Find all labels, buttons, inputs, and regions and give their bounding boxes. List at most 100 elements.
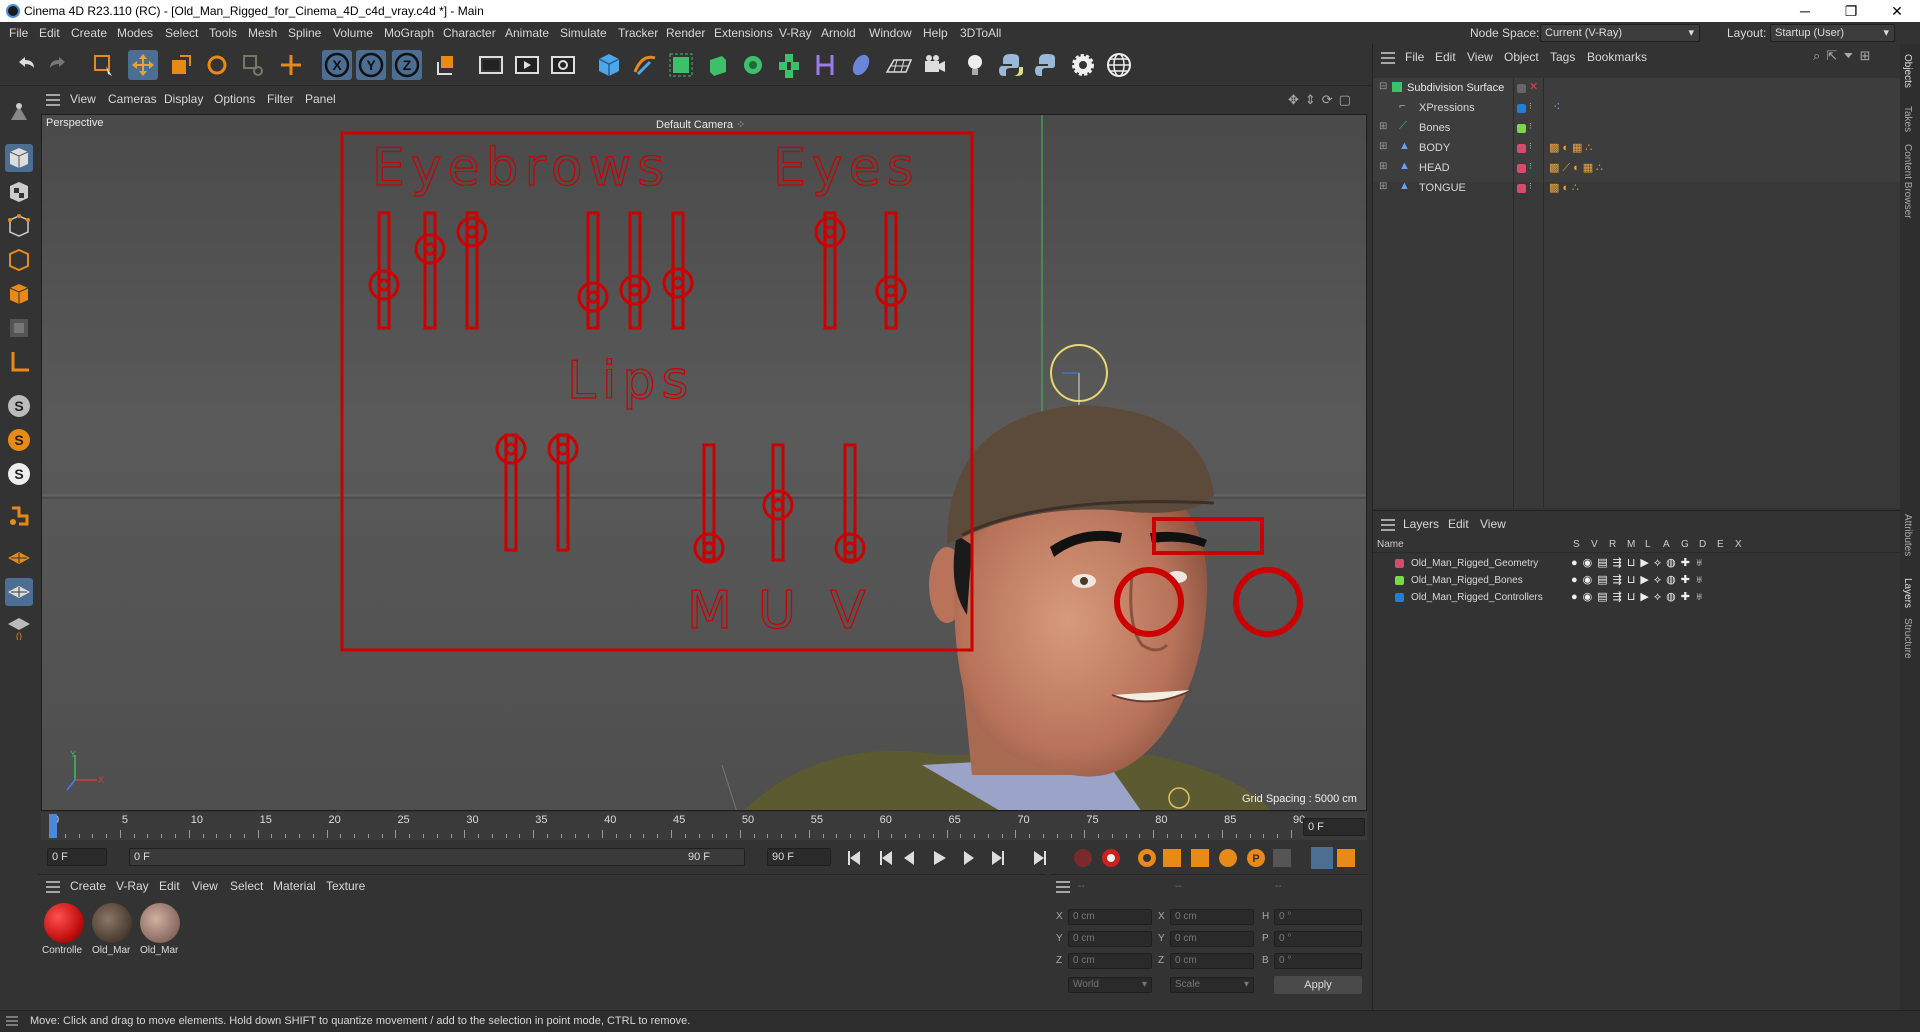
- menu-arnold[interactable]: Arnold: [821, 26, 856, 40]
- material-menu-create[interactable]: Create: [70, 879, 106, 893]
- menu-file[interactable]: File: [9, 26, 28, 40]
- scale-icon[interactable]: [166, 50, 196, 80]
- timeline-ruler[interactable]: 051015202530354045505560657075808590 0 F: [41, 812, 1367, 840]
- layer-menu-view[interactable]: View: [1480, 517, 1506, 531]
- environment-icon[interactable]: [846, 50, 876, 80]
- tab-structure[interactable]: Structure: [1902, 618, 1913, 659]
- menu-window[interactable]: Window: [869, 26, 912, 40]
- minimize-button[interactable]: ─: [1782, 0, 1828, 22]
- python-icon[interactable]: [996, 50, 1026, 80]
- globe-icon[interactable]: [1104, 50, 1134, 80]
- layer-menu-layers[interactable]: Layers: [1403, 517, 1439, 531]
- hamburger-icon[interactable]: [6, 1016, 18, 1026]
- cloner-icon[interactable]: [738, 50, 768, 80]
- viewport-menu-display[interactable]: Display: [164, 92, 203, 106]
- hamburger-icon[interactable]: [46, 94, 60, 106]
- object-tags-head[interactable]: ▩⟋◐▦∴: [1549, 161, 1606, 175]
- object-row-tongue[interactable]: ⊞ ▲ TONGUE ⁝ ▩◐∴: [1373, 178, 1901, 198]
- object-manager-search-icons[interactable]: ⌕⇱⏷⊞: [1813, 48, 1876, 64]
- menu-3dtoall[interactable]: 3DToAll: [960, 26, 1001, 40]
- rot-h-field[interactable]: 0 °: [1274, 909, 1362, 925]
- object-menu-view[interactable]: View: [1467, 50, 1493, 64]
- object-menu-file[interactable]: File: [1405, 50, 1424, 64]
- camera-icon[interactable]: [920, 50, 950, 80]
- menu-edit[interactable]: Edit: [39, 26, 60, 40]
- menu-extensions[interactable]: Extensions: [714, 26, 773, 40]
- model-mode-icon[interactable]: [5, 144, 33, 172]
- menu-mesh[interactable]: Mesh: [248, 26, 277, 40]
- render-picture-viewer-icon[interactable]: [512, 50, 542, 80]
- extrude-icon[interactable]: [702, 50, 732, 80]
- quantize-icon[interactable]: (): [5, 612, 33, 640]
- locked-workplane-icon[interactable]: [5, 544, 33, 572]
- layer-row-geometry[interactable]: Old_Man_Rigged_Geometry ●◉▤⇶⊔▶⟡◍✚♅: [1373, 555, 1901, 572]
- redo-icon[interactable]: [44, 50, 74, 80]
- object-menu-bookmarks[interactable]: Bookmarks: [1587, 50, 1647, 64]
- axis-mode-icon[interactable]: [5, 348, 33, 376]
- layer-color-swatch[interactable]: [1395, 593, 1404, 602]
- layer-row-controllers[interactable]: Old_Man_Rigged_Controllers ●◉▤⇶⊔▶⟡◍✚♅: [1373, 589, 1901, 606]
- size-x-field[interactable]: 0 cm: [1170, 909, 1254, 925]
- current-frame-field[interactable]: 0 F: [1303, 818, 1365, 836]
- disabled-check-icon[interactable]: ✕: [1529, 80, 1538, 93]
- snap-icon[interactable]: S: [5, 392, 33, 420]
- recent-tool-icon[interactable]: [238, 50, 268, 80]
- polygons-mode-icon[interactable]: [5, 280, 33, 308]
- workplane-snap-icon[interactable]: S: [5, 460, 33, 488]
- menu-animate[interactable]: Animate: [505, 26, 549, 40]
- menu-volume[interactable]: Volume: [333, 26, 373, 40]
- visibility-toggle[interactable]: [1517, 84, 1526, 93]
- size-y-field[interactable]: 0 cm: [1170, 931, 1254, 947]
- close-button[interactable]: ✕: [1874, 0, 1920, 22]
- playback-controls[interactable]: [846, 847, 1066, 869]
- subdivision-surface-icon[interactable]: [666, 50, 696, 80]
- menu-modes[interactable]: Modes: [117, 26, 153, 40]
- node-space-dropdown[interactable]: Current (V-Ray) ▾: [1540, 24, 1700, 42]
- layer-row-bones[interactable]: Old_Man_Rigged_Bones ●◉▤⇶⊔▶⟡◍✚♅: [1373, 572, 1901, 589]
- rot-p-field[interactable]: 0 °: [1274, 931, 1362, 947]
- tab-attributes[interactable]: Attributes: [1902, 514, 1913, 556]
- end-frame-field[interactable]: 90 F: [767, 848, 831, 866]
- render-view-icon[interactable]: [476, 50, 506, 80]
- object-row-body[interactable]: ⊞ ▲ BODY ⁝ ▩◐▦∴: [1373, 138, 1901, 158]
- pen-spline-icon[interactable]: [630, 50, 660, 80]
- object-menu-edit[interactable]: Edit: [1435, 50, 1456, 64]
- edges-mode-icon[interactable]: [5, 246, 33, 274]
- pos-x-field[interactable]: 0 cm: [1068, 909, 1152, 925]
- layer-color-swatch[interactable]: [1395, 576, 1404, 585]
- menu-spline[interactable]: Spline: [288, 26, 321, 40]
- layer-color-dot[interactable]: [1517, 164, 1526, 173]
- size-mode-dropdown[interactable]: Scale ▾: [1170, 977, 1254, 993]
- layer-color-dot[interactable]: [1517, 124, 1526, 133]
- light-icon[interactable]: [960, 50, 990, 80]
- material-menu-vray[interactable]: V-Ray: [116, 879, 149, 893]
- layer-color-swatch[interactable]: [1395, 559, 1404, 568]
- preview-range-slider[interactable]: 0 F 90 F: [129, 848, 745, 866]
- python-generator-icon[interactable]: [1032, 50, 1062, 80]
- menu-tracker[interactable]: Tracker: [618, 26, 658, 40]
- material-swatch-controllers[interactable]: Controlle: [42, 901, 88, 961]
- keyframe-controls[interactable]: P: [1071, 846, 1361, 870]
- size-z-field[interactable]: 0 cm: [1170, 953, 1254, 969]
- maximize-button[interactable]: ❐: [1828, 0, 1874, 22]
- material-menu-material[interactable]: Material: [273, 879, 316, 893]
- pos-y-field[interactable]: 0 cm: [1068, 931, 1152, 947]
- menu-vray[interactable]: V-Ray: [779, 26, 812, 40]
- rot-b-field[interactable]: 0 °: [1274, 953, 1362, 969]
- points-mode-icon[interactable]: [5, 212, 33, 240]
- menu-create[interactable]: Create: [71, 26, 107, 40]
- live-selection-icon[interactable]: [88, 50, 118, 80]
- menu-character[interactable]: Character: [443, 26, 496, 40]
- object-row-subdivision-surface[interactable]: ⊟ Subdivision Surface ✕: [1373, 78, 1901, 98]
- settings-gear-icon[interactable]: [1068, 50, 1098, 80]
- snap-settings-icon[interactable]: S: [5, 426, 33, 454]
- undo-icon[interactable]: [10, 50, 40, 80]
- material-menu-select[interactable]: Select: [230, 879, 263, 893]
- cube-primitive-icon[interactable]: [594, 50, 624, 80]
- tab-layers[interactable]: Layers: [1902, 578, 1913, 608]
- viewport-menu-options[interactable]: Options: [214, 92, 255, 106]
- coordinate-system-dropdown[interactable]: World ▾: [1068, 977, 1152, 993]
- x-axis-lock-button[interactable]: X: [322, 50, 352, 80]
- material-menu-edit[interactable]: Edit: [159, 879, 180, 893]
- material-swatch-old-man-2[interactable]: Old_Mar: [138, 901, 184, 961]
